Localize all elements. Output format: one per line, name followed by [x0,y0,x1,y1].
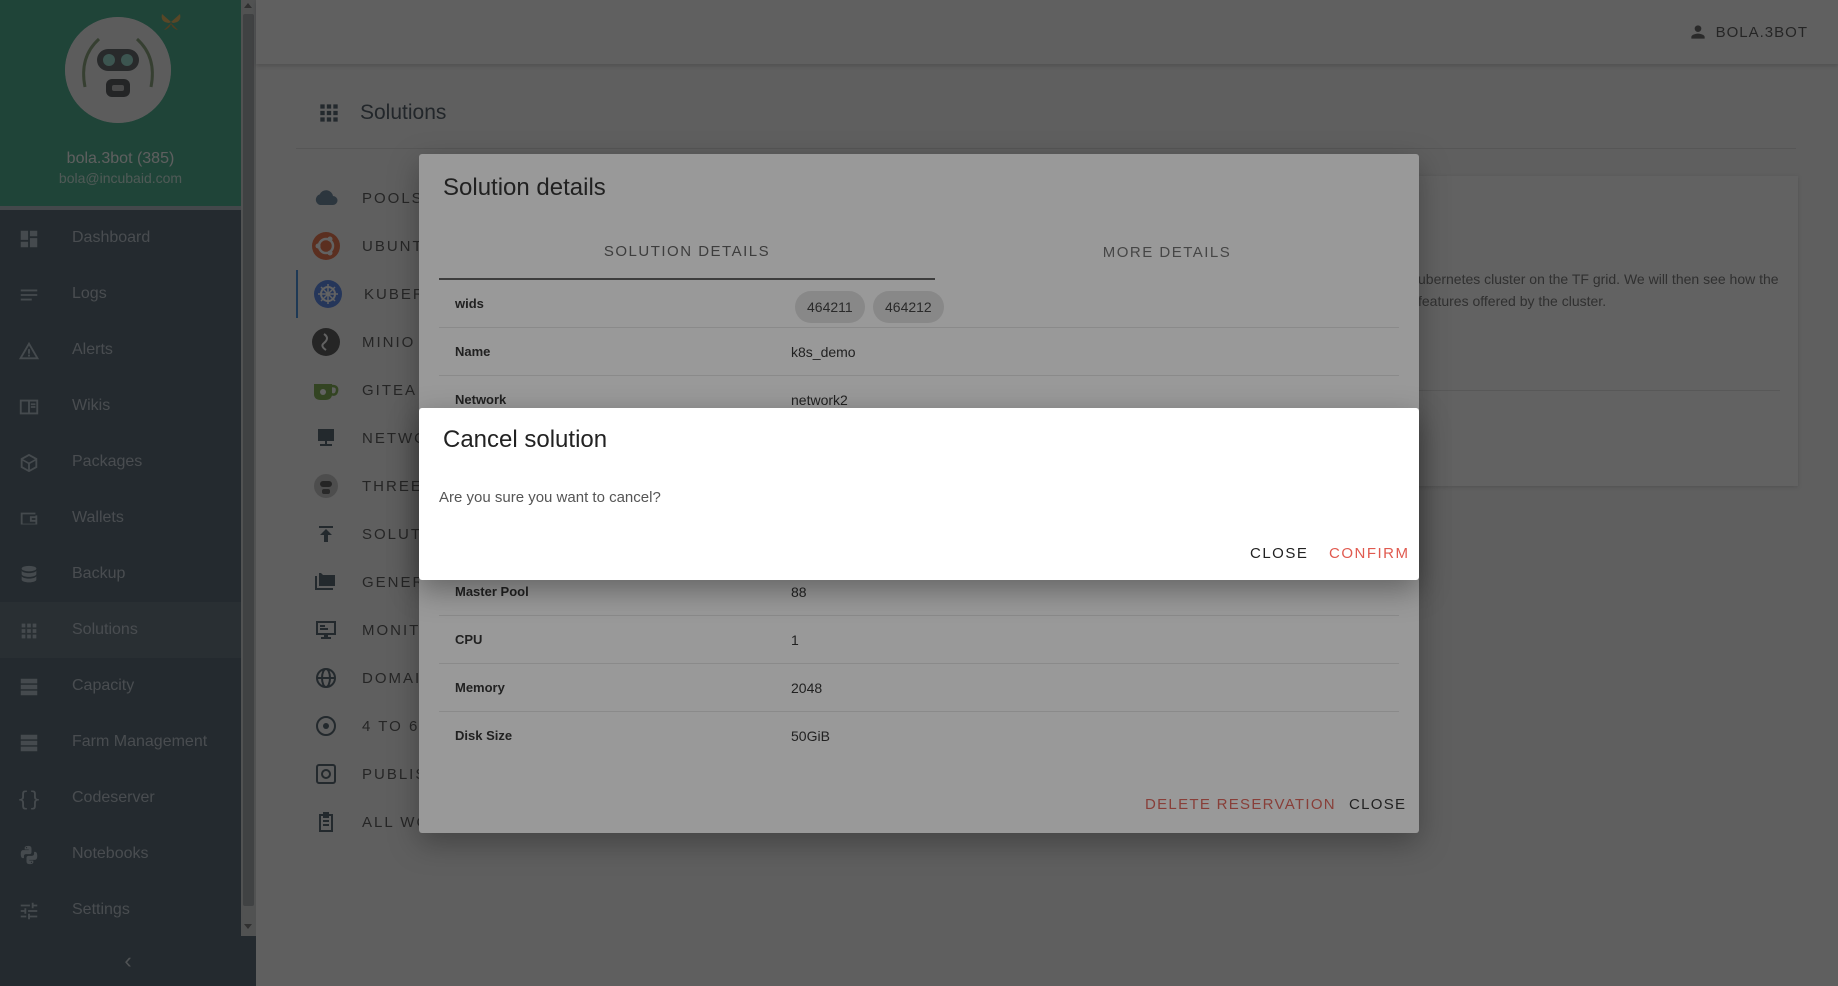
dialog-title: Cancel solution [443,426,608,453]
cancel-solution-dialog: Cancel solution Are you sure you want to… [419,408,1419,580]
close-button[interactable]: CLOSE [1250,545,1308,562]
dialog-message: Are you sure you want to cancel? [439,489,661,506]
confirm-button[interactable]: CONFIRM [1329,545,1410,562]
